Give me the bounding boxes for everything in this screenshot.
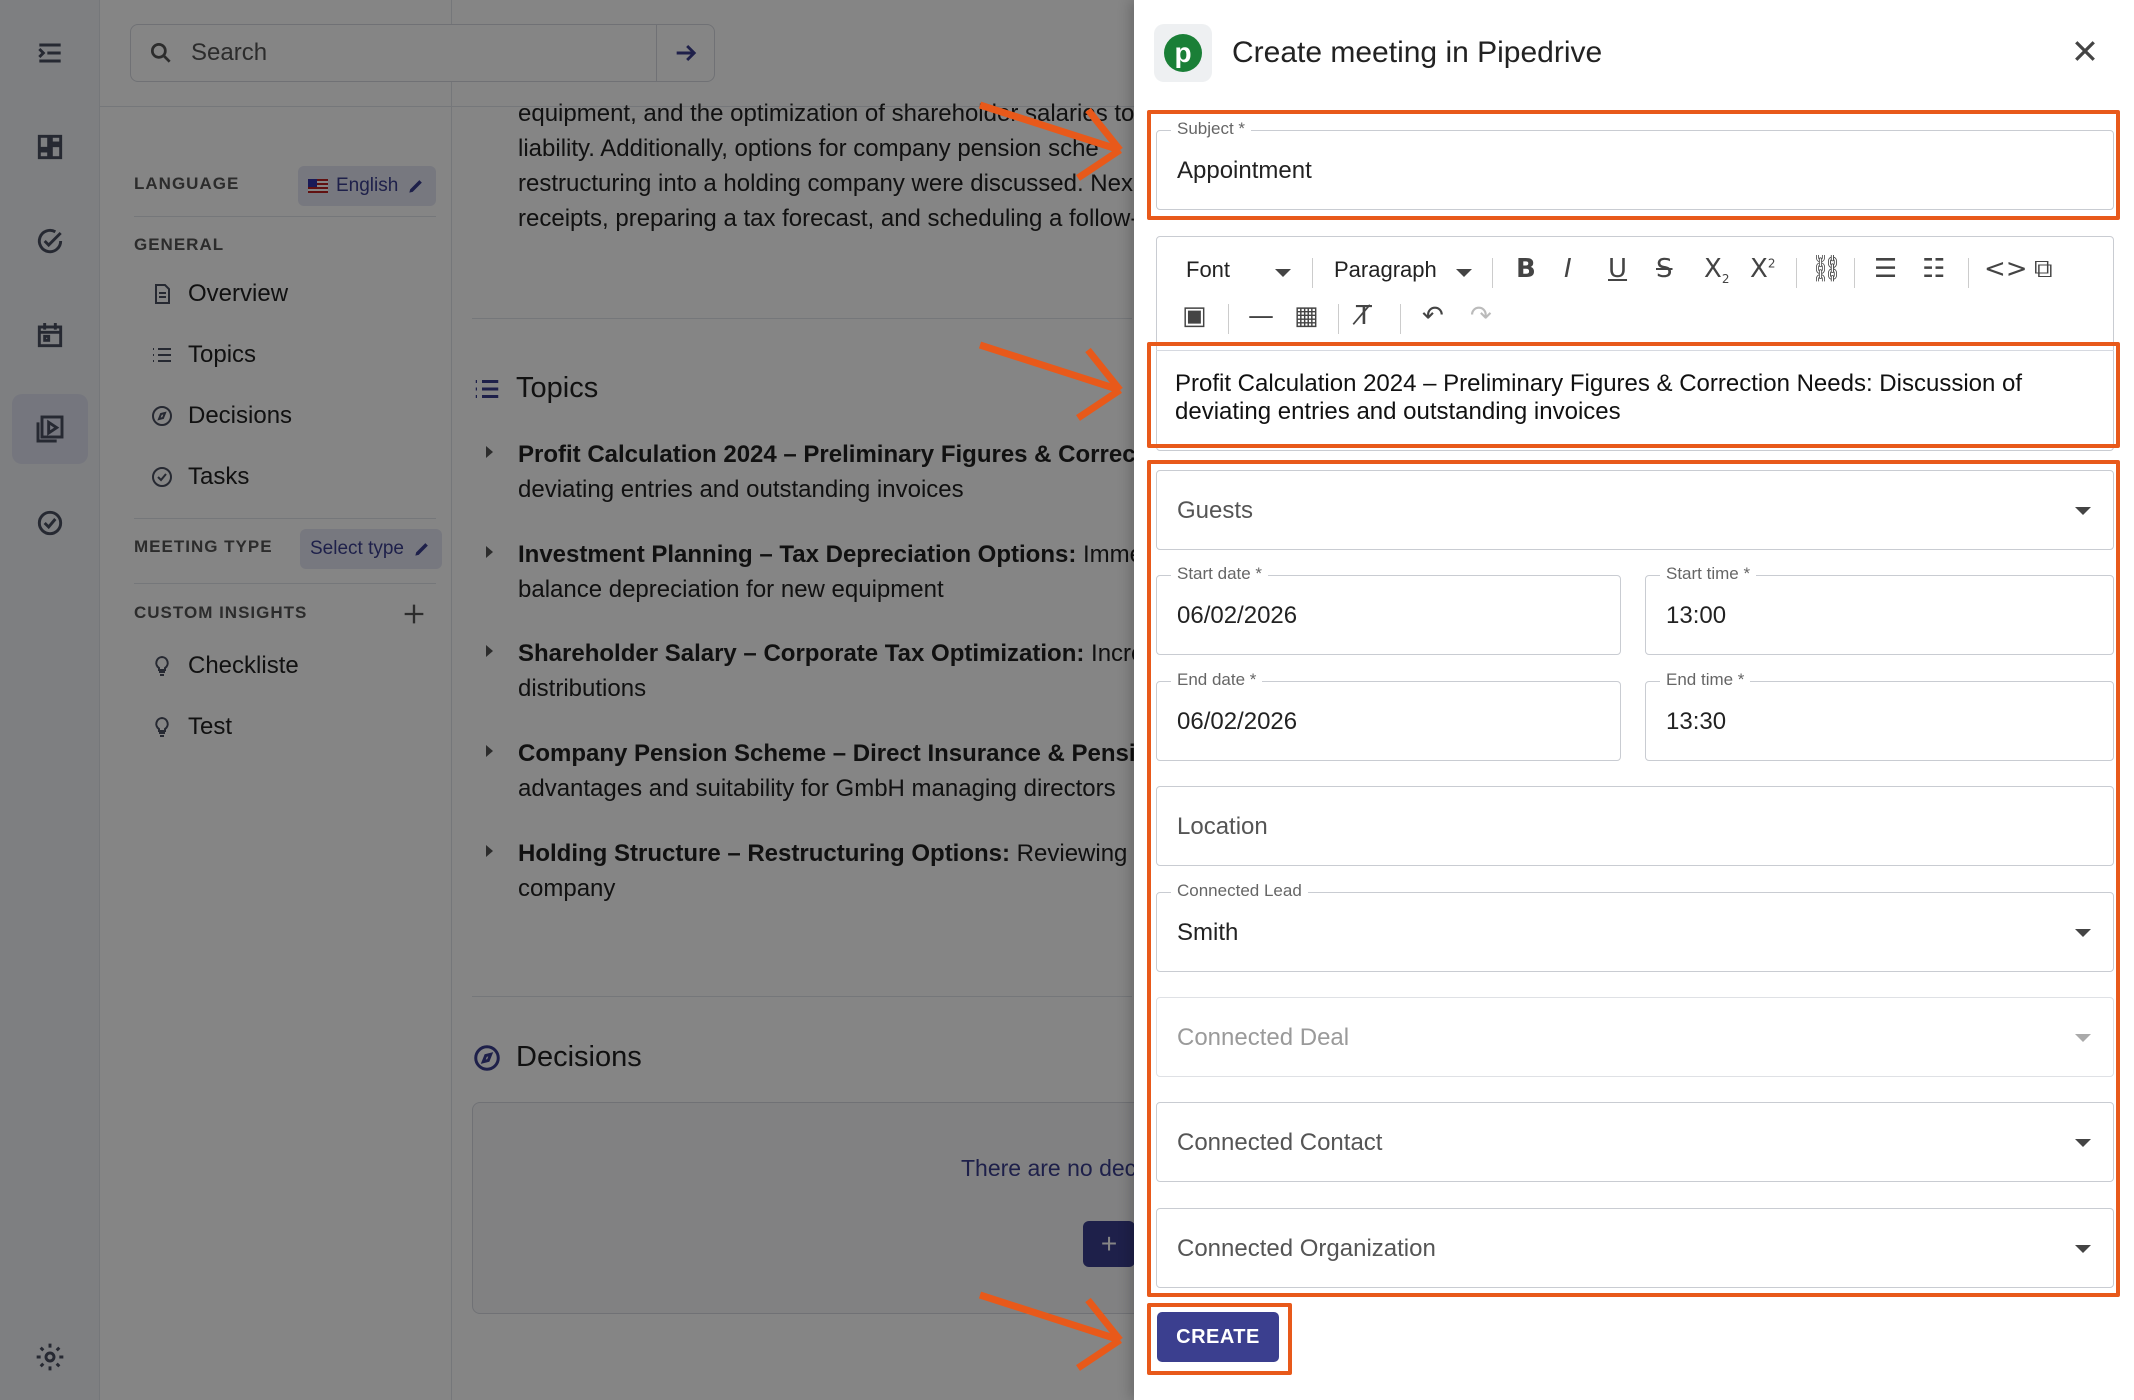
strikethrough-icon[interactable]: S [1656,256,1673,282]
subscript-icon[interactable]: X2 [1704,256,1729,285]
font-dropdown[interactable]: Font [1186,257,1230,283]
superscript-icon[interactable]: X2 [1750,256,1775,282]
bullet-list-icon[interactable]: ☷ [1922,256,1945,282]
undo-icon[interactable]: ↶ [1422,303,1444,329]
drawer-header: p Create meeting in Pipedrive [1154,24,1602,82]
pipedrive-logo-letter: p [1164,34,1202,72]
toolbar-divider [1338,304,1339,334]
close-icon[interactable] [2070,36,2100,66]
code-block-icon[interactable]: ⧉ [2034,256,2053,282]
toolbar-divider [1228,304,1229,334]
toolbar-divider [1400,304,1401,334]
details-highlight-box [1147,460,2120,1297]
ordered-list-icon[interactable]: ☰ [1874,256,1897,282]
toolbar-divider [1854,258,1855,288]
drawer-title: Create meeting in Pipedrive [1232,36,1603,69]
link-icon[interactable]: ⛓ [1810,256,1843,282]
pipedrive-logo: p [1154,24,1212,82]
toolbar-divider [1796,258,1797,288]
code-icon[interactable]: <> [1984,256,2028,282]
insert-image-icon[interactable]: ▣ [1182,303,1207,329]
paragraph-label: Paragraph [1334,257,1437,282]
create-highlight-box [1147,1303,1292,1375]
annotation-arrow-icon [978,101,1123,181]
table-icon[interactable]: ▦ [1294,303,1319,329]
toolbar-divider [1312,258,1313,288]
horizontal-rule-icon[interactable]: — [1248,303,1274,329]
font-label: Font [1186,257,1231,282]
app-page: Search LANGUAGE English GENERAL Overview… [0,0,2134,1400]
underline-icon[interactable]: U [1608,256,1627,282]
paragraph-chevron-down-icon[interactable] [1456,269,1472,277]
italic-icon[interactable]: I [1564,256,1572,282]
clear-format-icon[interactable]: T̸ [1356,303,1372,329]
toolbar-divider [1968,258,1969,288]
annotation-arrow-icon [978,1291,1123,1371]
toolbar-divider [1492,258,1493,288]
description-highlight-box [1147,342,2120,448]
annotation-arrow-icon [978,341,1123,421]
font-chevron-down-icon[interactable] [1275,269,1291,277]
subject-highlight-box [1147,110,2120,220]
modal-backdrop[interactable] [0,0,1134,1400]
bold-icon[interactable]: B [1516,256,1536,282]
redo-icon[interactable]: ↷ [1470,303,1492,329]
paragraph-dropdown[interactable]: Paragraph [1334,257,1437,283]
